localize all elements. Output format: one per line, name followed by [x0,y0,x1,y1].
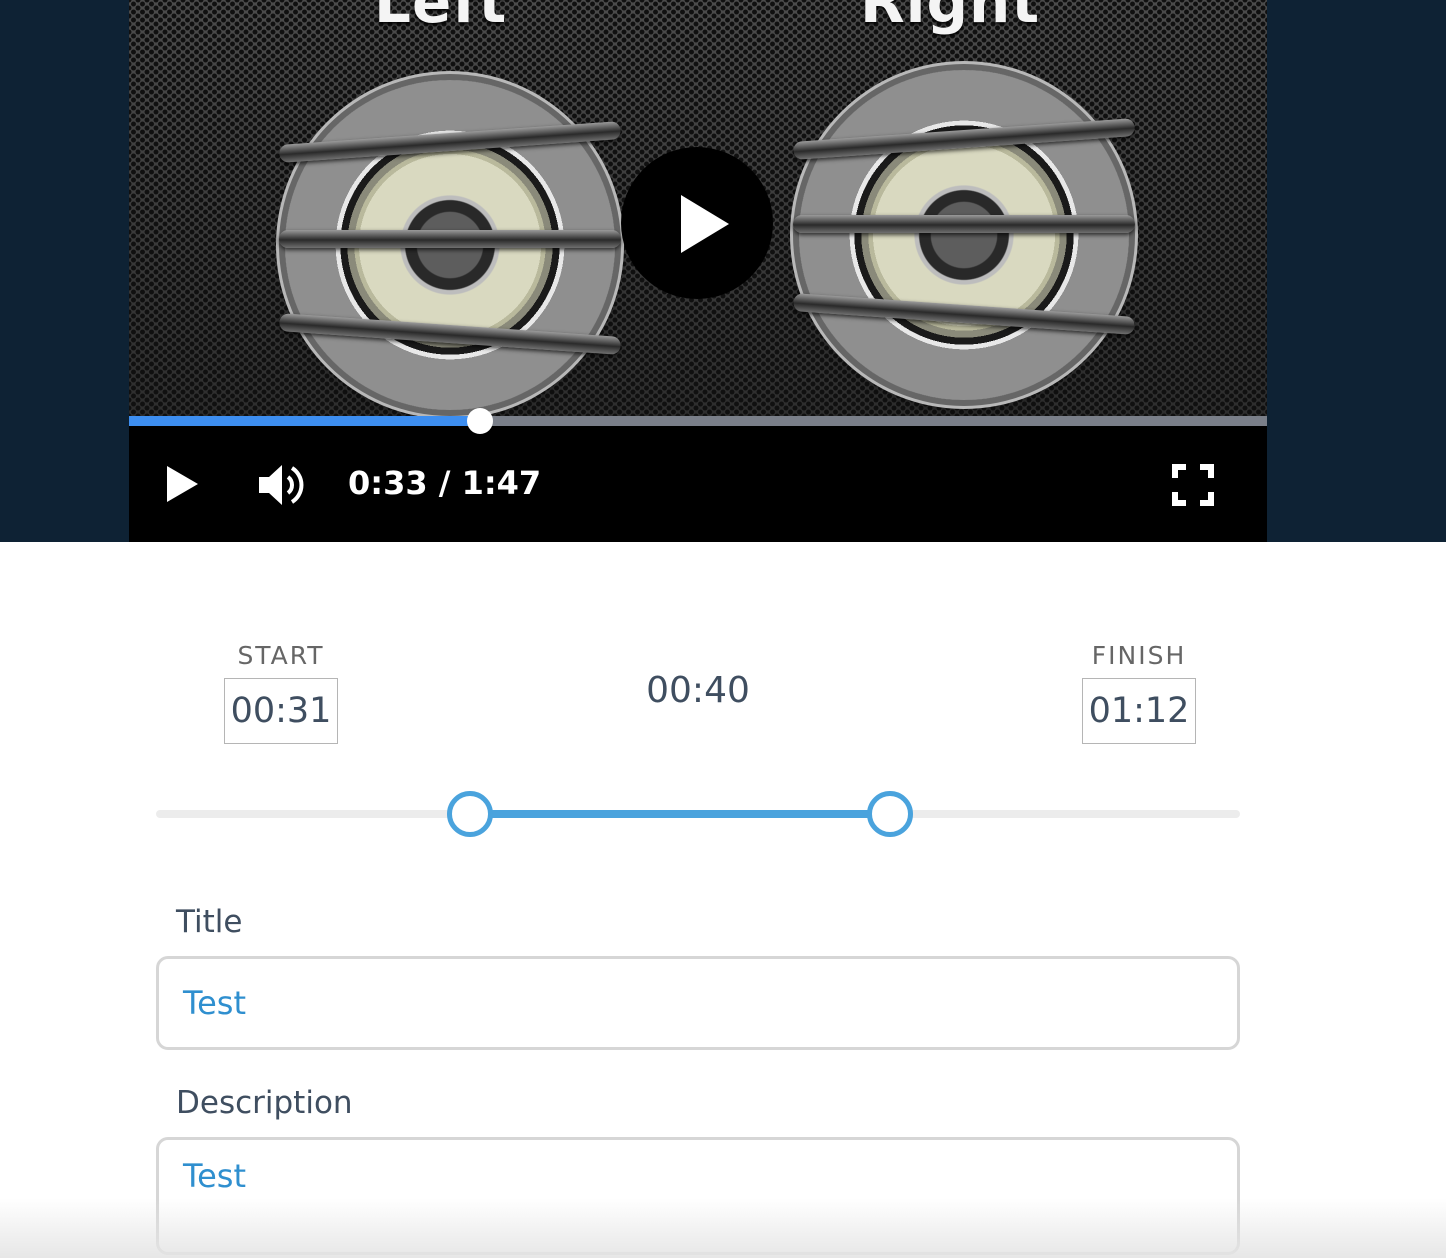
left-speaker [278,80,622,410]
play-icon [681,195,729,253]
trim-start-handle[interactable] [447,791,494,837]
seek-bar[interactable] [129,408,1267,434]
trim-range-selection [470,810,890,818]
right-speaker [792,70,1136,400]
time-separator: / [438,464,451,502]
total-duration: 1:47 [461,464,542,502]
trim-end-handle[interactable] [866,791,913,837]
start-label: START [237,641,325,670]
seek-bar-played [129,416,480,426]
start-time-input[interactable]: 00:31 [224,678,338,744]
video-player[interactable]: Left Right 0:33 / 1:47 [129,0,1267,542]
current-time: 0:33 [348,464,428,502]
fullscreen-icon[interactable] [1172,464,1214,506]
time-display: 0:33 / 1:47 [348,464,541,502]
video-frame[interactable]: Left Right [129,0,1267,416]
finish-label: FINISH [1091,641,1187,670]
title-input[interactable]: Test [156,956,1240,1050]
description-textarea[interactable]: Test [156,1137,1240,1255]
description-label: Description [176,1085,353,1121]
title-label: Title [176,904,243,940]
left-channel-label: Left [374,0,508,36]
big-play-button[interactable] [621,147,773,299]
control-bar: 0:33 / 1:47 [129,426,1267,542]
clip-duration: 00:40 [646,670,750,711]
right-channel-label: Right [860,0,1041,36]
play-button[interactable] [167,466,198,502]
finish-time-input[interactable]: 01:12 [1082,678,1196,744]
volume-icon[interactable] [255,459,307,511]
